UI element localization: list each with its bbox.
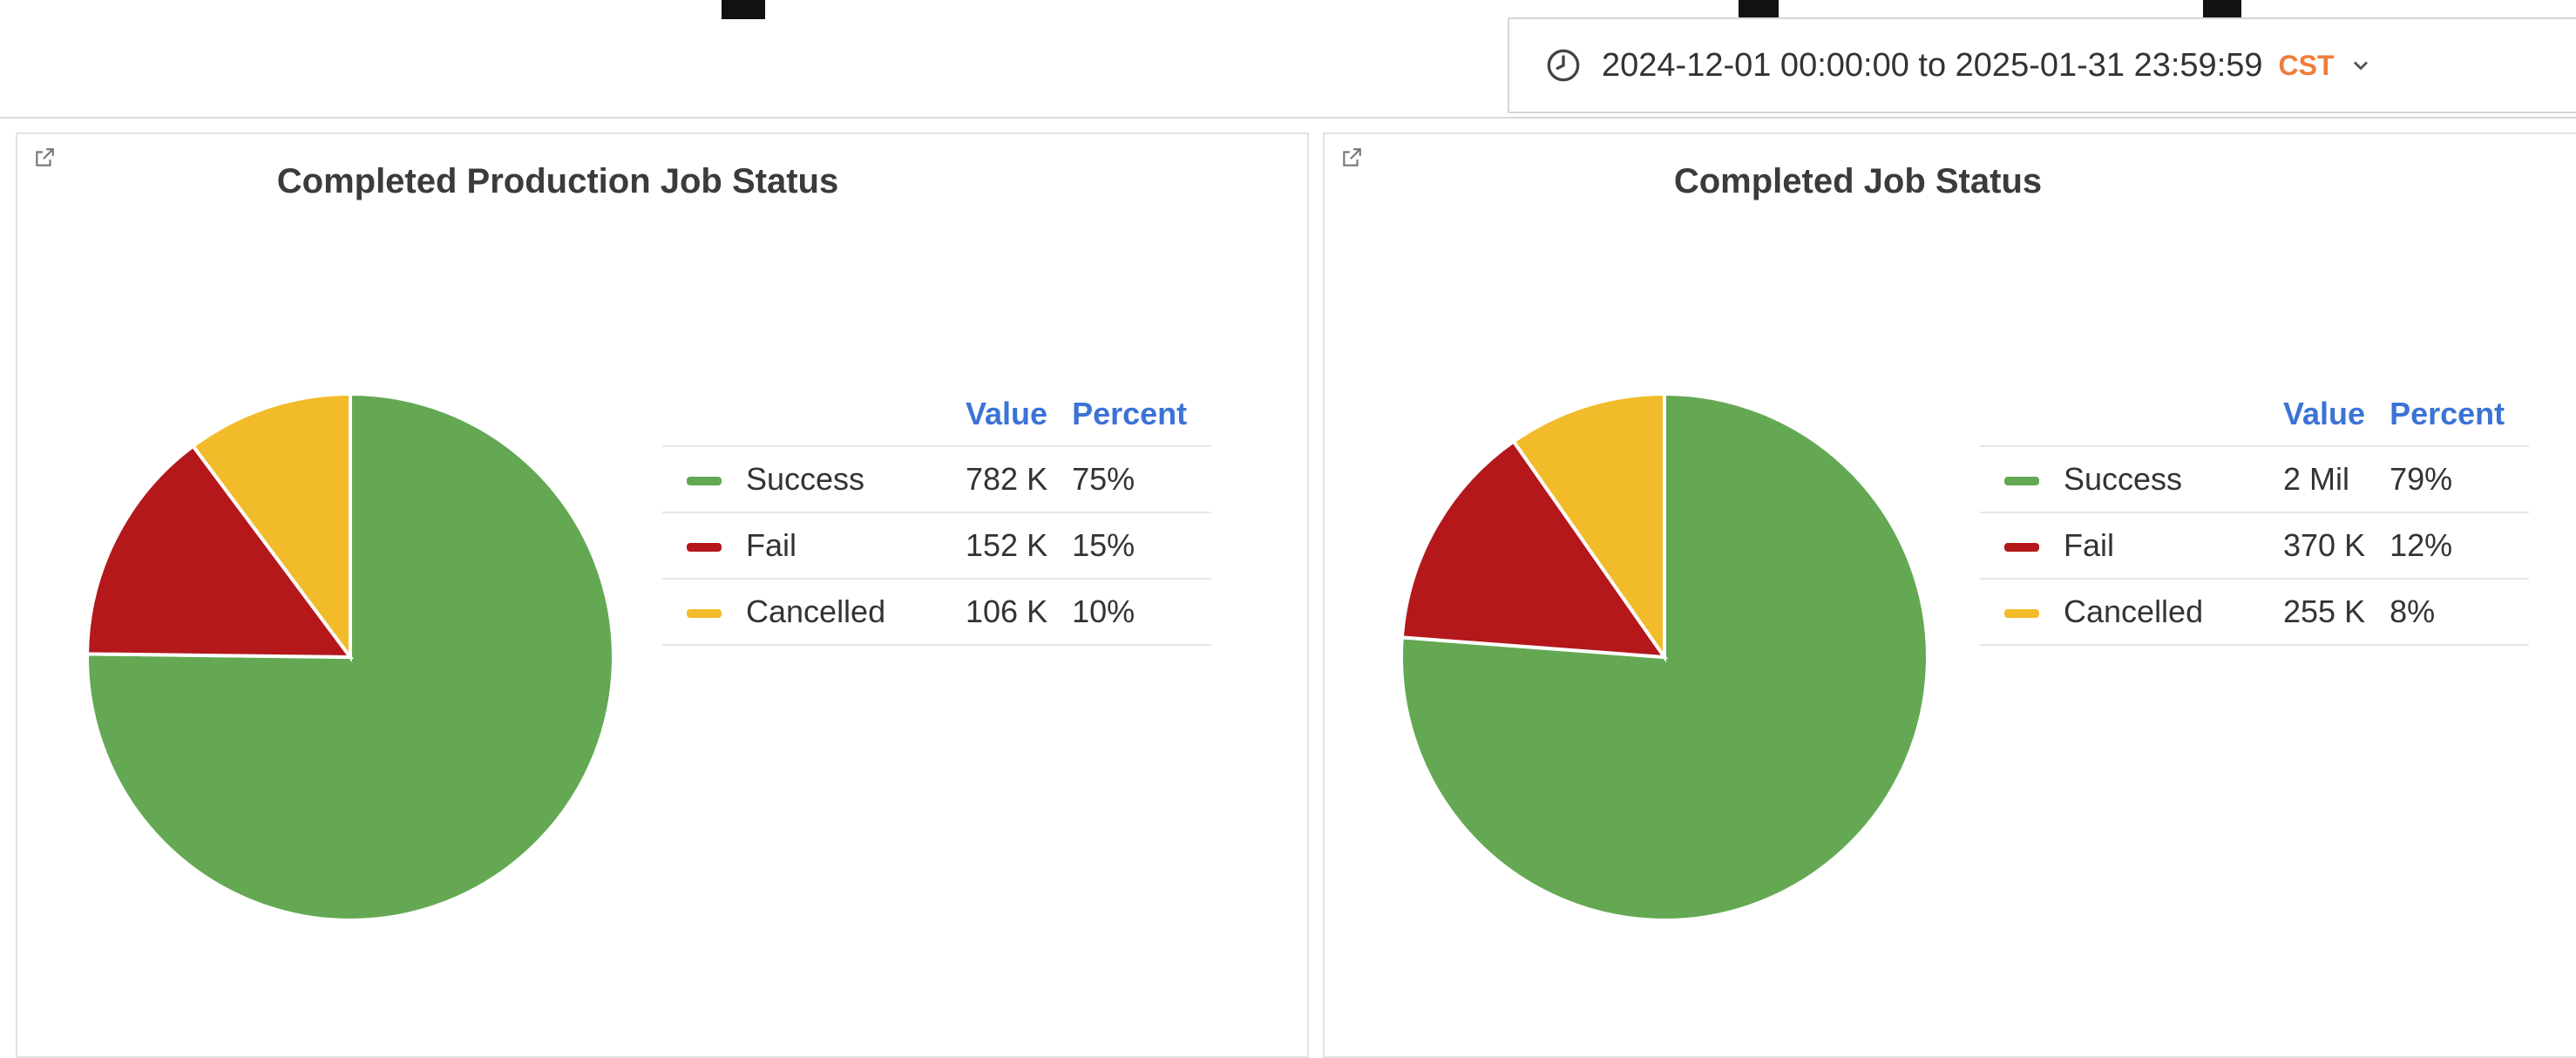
- legend-percent: 10%: [1072, 578, 1212, 646]
- legend-value: 255 K: [2283, 578, 2390, 646]
- legend-row[interactable]: Cancelled 255 K 8%: [1980, 578, 2530, 646]
- panel-job-status: Completed Job Status Value Percent Succe…: [1323, 132, 2576, 1058]
- chart-title: Completed Production Job Status: [276, 162, 839, 200]
- legend-header-value[interactable]: Value: [2283, 383, 2390, 446]
- legend-swatch: [687, 477, 722, 486]
- legend-swatch: [2004, 609, 2039, 619]
- time-range-text: 2024-12-01 00:00:00 to 2025-01-31 23:59:…: [1602, 46, 2263, 84]
- panel-production-job-status: Completed Production Job Status Value Pe…: [16, 132, 1309, 1058]
- legend-percent: 79%: [2390, 445, 2530, 512]
- legend-swatch: [2004, 477, 2039, 486]
- legend-swatch: [2004, 543, 2039, 553]
- clock-icon: [1547, 49, 1580, 82]
- legend-percent: 75%: [1072, 445, 1212, 512]
- header-divider: [0, 117, 2576, 119]
- legend-label: Cancelled: [746, 593, 886, 629]
- pie-chart: [85, 391, 615, 922]
- legend-header-percent[interactable]: Percent: [2390, 383, 2529, 446]
- legend-percent: 12%: [2390, 512, 2530, 579]
- legend-swatch: [687, 609, 722, 619]
- cropped-header-fragment: [722, 0, 765, 19]
- legend-swatch: [687, 543, 722, 553]
- legend-header-percent[interactable]: Percent: [1072, 383, 1211, 446]
- legend-row[interactable]: Success 2 Mil 79%: [1980, 445, 2530, 512]
- legend-label: Fail: [746, 527, 797, 563]
- legend-row[interactable]: Fail 152 K 15%: [662, 512, 1212, 579]
- pie-chart: [1400, 391, 1929, 922]
- legend-label: Success: [746, 461, 865, 497]
- legend-label: Cancelled: [2064, 593, 2204, 629]
- legend-table: Value Percent Success 782 K 75% Fail 152…: [662, 383, 1212, 646]
- legend-percent: 15%: [1072, 512, 1212, 579]
- legend-value: 782 K: [966, 445, 1073, 512]
- timezone-label[interactable]: CST: [2279, 50, 2335, 82]
- chart-title: Completed Job Status: [1673, 162, 2043, 200]
- time-range-picker[interactable]: 2024-12-01 00:00:00 to 2025-01-31 23:59:…: [1508, 17, 2576, 113]
- legend-label: Success: [2064, 461, 2183, 497]
- legend-value: 370 K: [2283, 512, 2390, 579]
- legend-row[interactable]: Cancelled 106 K 10%: [662, 578, 1212, 646]
- legend-row[interactable]: Success 782 K 75%: [662, 445, 1212, 512]
- legend-label: Fail: [2064, 527, 2115, 563]
- legend-value: 2 Mil: [2283, 445, 2390, 512]
- legend-row[interactable]: Fail 370 K 12%: [1980, 512, 2530, 579]
- legend-percent: 8%: [2390, 578, 2530, 646]
- legend-value: 106 K: [966, 578, 1073, 646]
- legend-table: Value Percent Success 2 Mil 79% Fail 370…: [1980, 383, 2530, 646]
- cropped-header-fragment: [1739, 0, 1779, 19]
- legend-header-value[interactable]: Value: [966, 383, 1072, 446]
- cropped-header-fragment: [2203, 0, 2241, 19]
- chevron-down-icon[interactable]: [2349, 53, 2373, 78]
- legend-value: 152 K: [966, 512, 1073, 579]
